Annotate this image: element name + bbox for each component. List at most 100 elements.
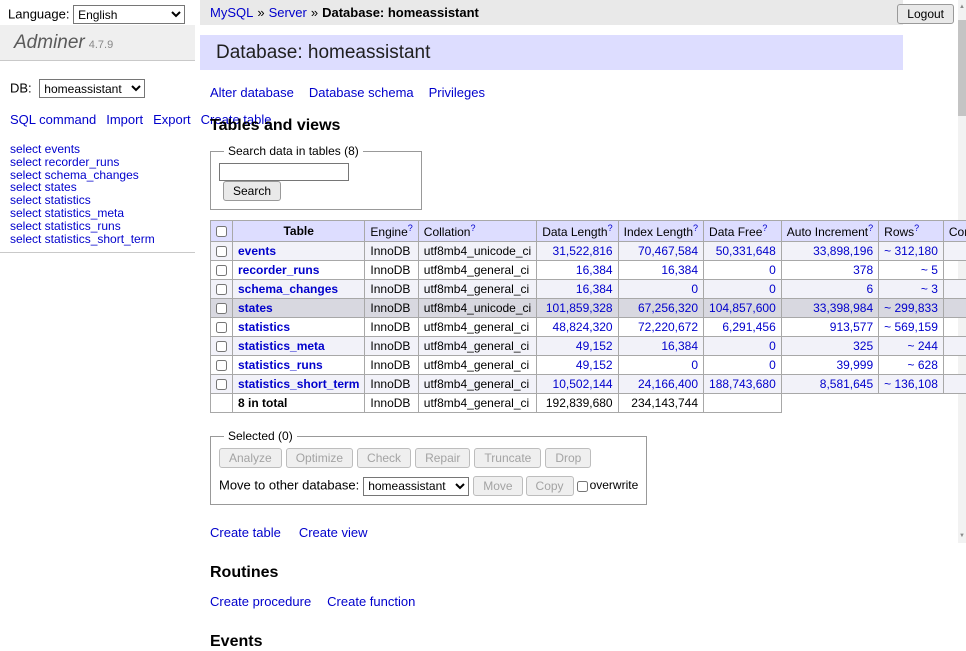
rows-link[interactable]: ~ 299,833 (884, 301, 938, 315)
search-button[interactable]: Search (223, 181, 281, 201)
create-link[interactable]: Create table (210, 525, 281, 540)
move-db-select[interactable]: homeassistant (363, 477, 469, 496)
db-selector-row: DB: homeassistant (10, 79, 195, 98)
row-select-checkbox[interactable] (216, 360, 227, 371)
auto-increment-link[interactable]: 378 (853, 263, 873, 277)
search-input[interactable] (219, 163, 349, 181)
database-nav-link[interactable]: Privileges (429, 85, 485, 100)
data-free-link[interactable]: 0 (769, 358, 776, 372)
data-free-link[interactable]: 0 (769, 339, 776, 353)
data-free-link[interactable]: 50,331,648 (716, 244, 776, 258)
data-free-link[interactable]: 188,743,680 (709, 377, 776, 391)
row-select-checkbox[interactable] (216, 246, 227, 257)
rows-link[interactable]: ~ 136,108 (884, 377, 938, 391)
breadcrumb-server-link[interactable]: Server (269, 5, 307, 20)
sidebar-table-link[interactable]: select statistics_runs (10, 220, 195, 233)
data-length-link[interactable]: 49,152 (576, 358, 613, 372)
rows-link[interactable]: ~ 628 (908, 358, 938, 372)
index-length-link[interactable]: 24,166,400 (638, 377, 698, 391)
sidebar-action-link[interactable]: Import (106, 112, 143, 127)
auto-increment-link[interactable]: 8,581,645 (820, 377, 873, 391)
data-free-link[interactable]: 0 (769, 263, 776, 277)
scroll-up-icon[interactable]: ▲ (958, 2, 966, 12)
data-length-link[interactable]: 101,859,328 (546, 301, 613, 315)
index-length-link[interactable]: 0 (691, 358, 698, 372)
sidebar-action-link[interactable]: SQL command (10, 112, 96, 127)
table-name-link[interactable]: statistics_runs (238, 358, 323, 372)
copy-button[interactable]: Copy (526, 476, 574, 496)
rows-link[interactable]: ~ 569,159 (884, 320, 938, 334)
row-select-checkbox[interactable] (216, 322, 227, 333)
index-length-link[interactable]: 16,384 (661, 339, 698, 353)
index-length-link[interactable]: 70,467,584 (638, 244, 698, 258)
sidebar-table-link[interactable]: select recorder_runs (10, 156, 195, 169)
column-help-link[interactable]: ? (868, 223, 873, 233)
rows-link[interactable]: ~ 3 (921, 282, 938, 296)
row-select-checkbox[interactable] (216, 265, 227, 276)
index-length-link[interactable]: 0 (691, 282, 698, 296)
index-length-link[interactable]: 67,256,320 (638, 301, 698, 315)
column-help-link[interactable]: ? (693, 223, 698, 233)
rows-link[interactable]: ~ 312,180 (884, 244, 938, 258)
table-name-link[interactable]: statistics_short_term (238, 377, 359, 391)
selected-action-button[interactable]: Analyze (219, 448, 282, 468)
column-help-link[interactable]: ? (608, 223, 613, 233)
logout-button[interactable]: Logout (897, 4, 954, 24)
breadcrumb-mysql-link[interactable]: MySQL (210, 5, 253, 20)
auto-increment-link[interactable]: 33,398,984 (813, 301, 873, 315)
sidebar-table-link[interactable]: select events (10, 143, 195, 156)
data-length-link[interactable]: 48,824,320 (553, 320, 613, 334)
auto-increment-link[interactable]: 39,999 (836, 358, 873, 372)
data-free-link[interactable]: 104,857,600 (709, 301, 776, 315)
table-name-link[interactable]: states (238, 301, 273, 315)
auto-increment-link[interactable]: 913,577 (830, 320, 873, 334)
rows-link[interactable]: ~ 244 (908, 339, 938, 353)
row-select-checkbox[interactable] (216, 379, 227, 390)
rows-link[interactable]: ~ 5 (921, 263, 938, 277)
data-free-link[interactable]: 6,291,456 (722, 320, 775, 334)
selected-action-button[interactable]: Optimize (286, 448, 353, 468)
row-select-checkbox[interactable] (216, 284, 227, 295)
table-name-link[interactable]: schema_changes (238, 282, 338, 296)
selected-action-button[interactable]: Truncate (474, 448, 541, 468)
selected-action-button[interactable]: Drop (545, 448, 591, 468)
sidebar-action-link[interactable]: Export (153, 112, 191, 127)
data-length-link[interactable]: 16,384 (576, 263, 613, 277)
table-name-link[interactable]: recorder_runs (238, 263, 319, 277)
column-help-link[interactable]: ? (914, 223, 919, 233)
index-length-link[interactable]: 72,220,672 (638, 320, 698, 334)
index-length-link[interactable]: 16,384 (661, 263, 698, 277)
table-name-link[interactable]: events (238, 244, 276, 258)
sidebar-table-link[interactable]: select statistics_short_term (10, 233, 195, 246)
language-select[interactable]: English (73, 5, 185, 24)
table-name-link[interactable]: statistics (238, 320, 290, 334)
sidebar-table-link[interactable]: select statistics_meta (10, 207, 195, 220)
table-name-link[interactable]: statistics_meta (238, 339, 325, 353)
overwrite-checkbox[interactable] (577, 481, 588, 492)
selected-action-button[interactable]: Repair (415, 448, 470, 468)
data-length-link[interactable]: 31,522,816 (553, 244, 613, 258)
auto-increment-link[interactable]: 6 (866, 282, 873, 296)
collation-cell: utf8mb4_unicode_ci (418, 299, 536, 318)
select-all-checkbox[interactable] (216, 226, 227, 237)
app-name[interactable]: Adminer (14, 32, 85, 53)
auto-increment-link[interactable]: 325 (853, 339, 873, 353)
column-help-link[interactable]: ? (762, 223, 767, 233)
routine-link[interactable]: Create procedure (210, 594, 311, 609)
data-free-link[interactable]: 0 (769, 282, 776, 296)
database-nav-link[interactable]: Database schema (309, 85, 414, 100)
auto-increment-link[interactable]: 33,898,196 (813, 244, 873, 258)
data-length-link[interactable]: 16,384 (576, 282, 613, 296)
data-length-link[interactable]: 49,152 (576, 339, 613, 353)
row-select-checkbox[interactable] (216, 341, 227, 352)
column-help-link[interactable]: ? (470, 223, 475, 233)
column-help-link[interactable]: ? (408, 223, 413, 233)
selected-action-button[interactable]: Check (357, 448, 411, 468)
row-select-checkbox[interactable] (216, 303, 227, 314)
create-link[interactable]: Create view (299, 525, 368, 540)
routine-link[interactable]: Create function (327, 594, 415, 609)
move-button[interactable]: Move (473, 476, 522, 496)
database-nav-link[interactable]: Alter database (210, 85, 294, 100)
db-select[interactable]: homeassistant (39, 79, 145, 98)
data-length-link[interactable]: 10,502,144 (553, 377, 613, 391)
